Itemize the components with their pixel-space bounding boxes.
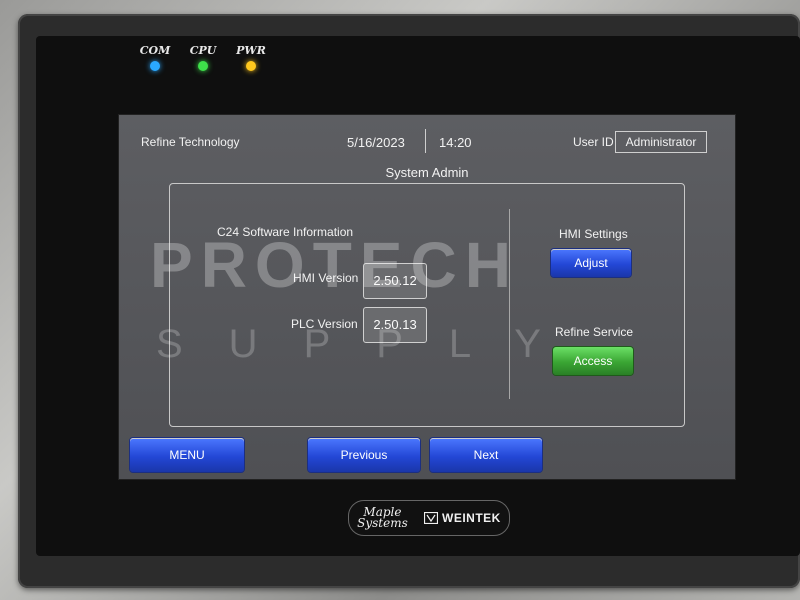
plc-version-value: 2.50.13	[363, 307, 427, 343]
status-leds: COM CPU PWR	[140, 44, 266, 71]
maple-line2: Systems	[357, 516, 408, 530]
user-id-field: Administrator	[615, 131, 707, 153]
previous-button[interactable]: Previous	[308, 438, 420, 472]
refine-service-heading: Refine Service	[555, 325, 634, 339]
led-com: COM	[140, 44, 170, 71]
hmi-screen: Refine Technology 5/16/2023 14:20 User I…	[118, 114, 736, 480]
header-divider	[425, 129, 426, 153]
adjust-button[interactable]: Adjust	[551, 249, 631, 277]
screen-header: Refine Technology 5/16/2023 14:20 User I…	[119, 115, 735, 161]
user-id-label: User ID	[573, 135, 614, 149]
menu-button[interactable]: MENU	[130, 438, 244, 472]
next-button[interactable]: Next	[430, 438, 542, 472]
company-name: Refine Technology	[141, 135, 240, 149]
led-pwr: PWR	[236, 44, 266, 71]
led-cpu-label: CPU	[189, 44, 217, 57]
weintek-text: WEINTEK	[442, 511, 501, 525]
access-button[interactable]: Access	[553, 347, 633, 375]
brand-badge: Maple Systems WEINTEK	[348, 500, 510, 536]
weintek-logo: WEINTEK	[424, 511, 501, 525]
hmi-version-label: HMI Version	[293, 271, 359, 285]
led-pwr-indicator	[246, 61, 256, 71]
led-cpu-indicator	[198, 61, 208, 71]
software-info-heading: C24 Software Information	[217, 225, 354, 239]
weintek-mark-icon	[424, 512, 439, 524]
plc-version-label: PLC Version	[291, 317, 358, 331]
led-pwr-label: PWR	[236, 44, 266, 57]
led-cpu: CPU	[188, 44, 218, 71]
maple-systems-logo: Maple Systems	[357, 506, 408, 530]
admin-panel	[169, 183, 685, 427]
hmi-version-value: 2.50.12	[363, 263, 427, 299]
date-display: 5/16/2023	[347, 135, 405, 150]
hmi-settings-heading: HMI Settings	[559, 227, 628, 241]
time-display: 14:20	[439, 135, 472, 150]
page-title: System Admin	[385, 165, 469, 180]
led-com-indicator	[150, 61, 160, 71]
led-com-label: COM	[139, 44, 171, 57]
panel-divider	[509, 209, 510, 399]
